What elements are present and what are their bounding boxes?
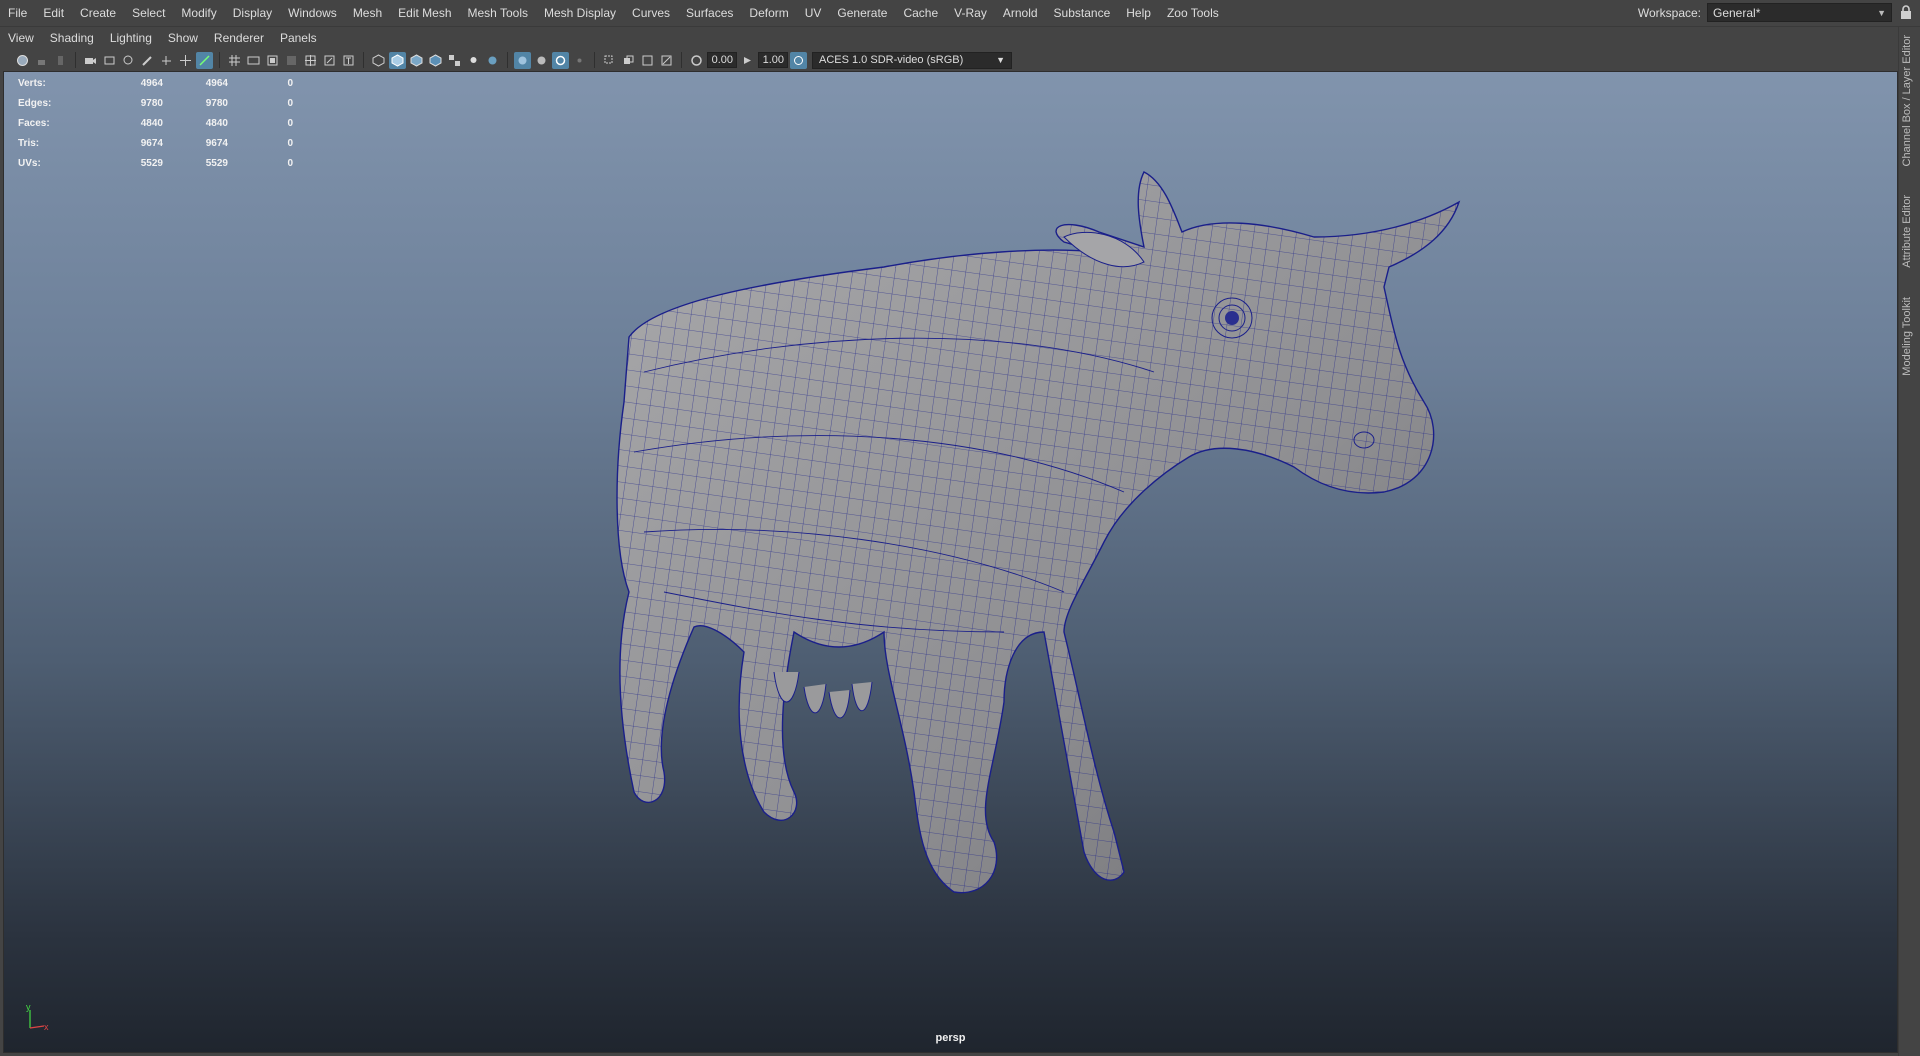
- gamma-field[interactable]: 1.00: [758, 52, 788, 68]
- lock-icon[interactable]: [1900, 5, 1912, 20]
- menu-vray[interactable]: V-Ray: [946, 0, 995, 27]
- grease-pencil-icon[interactable]: [139, 52, 156, 69]
- bookmark-icon[interactable]: [52, 52, 69, 69]
- wireframe-shading-icon[interactable]: [370, 52, 387, 69]
- tab-modeling-toolkit[interactable]: Modeling Toolkit: [1901, 297, 1913, 376]
- resolution-gate-icon[interactable]: [264, 52, 281, 69]
- depth-of-field-icon[interactable]: [571, 52, 588, 69]
- menu-select[interactable]: Select: [124, 0, 173, 27]
- panel-menu-renderer[interactable]: Renderer: [206, 27, 272, 49]
- toolbar-divider: [594, 52, 595, 68]
- chevron-down-icon: ▼: [1877, 7, 1886, 18]
- menu-edit-mesh[interactable]: Edit Mesh: [390, 0, 459, 27]
- menu-generate[interactable]: Generate: [829, 0, 895, 27]
- color-space-value: ACES 1.0 SDR-video (sRGB): [819, 54, 964, 66]
- menu-mesh-tools[interactable]: Mesh Tools: [460, 0, 536, 27]
- anti-aliasing-icon[interactable]: [552, 51, 569, 69]
- menu-display[interactable]: Display: [225, 0, 280, 27]
- panel-menu-shading[interactable]: Shading: [42, 27, 102, 49]
- shadows-icon[interactable]: [484, 52, 501, 69]
- side-tab-strip: Channel Box / Layer Editor Attribute Edi…: [1898, 27, 1920, 1056]
- chevron-down-icon: ▼: [996, 55, 1005, 65]
- menu-create[interactable]: Create: [72, 0, 124, 27]
- film-gate-icon[interactable]: [245, 52, 262, 69]
- tab-attribute-editor[interactable]: Attribute Editor: [1901, 195, 1913, 268]
- wireframe-edit-icon[interactable]: [196, 51, 213, 69]
- image-plane-icon[interactable]: [101, 52, 118, 69]
- two-d-pan-zoom-icon[interactable]: [120, 52, 137, 69]
- axis-x-label: x: [44, 1022, 49, 1032]
- cow-mesh[interactable]: [4, 72, 1898, 1053]
- select-camera-icon[interactable]: [14, 52, 31, 69]
- panel-menu-lighting[interactable]: Lighting: [102, 27, 160, 49]
- menu-modify[interactable]: Modify: [173, 0, 224, 27]
- viewport-panel: View Shading Lighting Show Renderer Pane…: [0, 27, 1898, 1056]
- menu-file[interactable]: File: [0, 0, 35, 27]
- panel-toolbar: 0.00 1.00 ACES 1.0 SDR-video (sRGB) ▼: [0, 49, 1898, 71]
- exposure-field[interactable]: 0.00: [707, 52, 737, 68]
- menu-curves[interactable]: Curves: [624, 0, 678, 27]
- field-chart-icon[interactable]: [302, 52, 319, 69]
- menu-mesh[interactable]: Mesh: [345, 0, 390, 27]
- screen-space-ao-icon[interactable]: [514, 51, 531, 69]
- textured-icon[interactable]: [427, 52, 444, 69]
- color-space-dropdown[interactable]: ACES 1.0 SDR-video (sRGB) ▼: [812, 51, 1012, 69]
- main-menubar: File Edit Create Select Modify Display W…: [0, 0, 1920, 27]
- perspective-viewport[interactable]: Verts: 4964 4964 0 Edges: 9780 9780 0 Fa…: [3, 71, 1898, 1053]
- tab-channel-box[interactable]: Channel Box / Layer Editor: [1901, 35, 1913, 166]
- motion-blur-icon[interactable]: [533, 52, 550, 69]
- panel-menubar: View Shading Lighting Show Renderer Pane…: [0, 27, 1898, 49]
- menu-arnold[interactable]: Arnold: [995, 0, 1046, 27]
- gamma-icon[interactable]: [739, 52, 756, 69]
- camera-attributes-icon[interactable]: [82, 52, 99, 69]
- menu-windows[interactable]: Windows: [280, 0, 345, 27]
- workspace-selector: Workspace: General* ▼: [1638, 3, 1892, 22]
- cow-udder: [773, 671, 873, 719]
- menu-surfaces[interactable]: Surfaces: [678, 0, 741, 27]
- panel-menu-show[interactable]: Show: [160, 27, 206, 49]
- smooth-shade-icon[interactable]: [389, 51, 406, 69]
- toolbar-divider: [507, 52, 508, 68]
- menu-uv[interactable]: UV: [797, 0, 830, 27]
- toolbar-divider: [681, 52, 682, 68]
- wireframe-on-shaded-icon[interactable]: [408, 52, 425, 69]
- menu-mesh-display[interactable]: Mesh Display: [536, 0, 624, 27]
- menu-substance[interactable]: Substance: [1046, 0, 1119, 27]
- xray-joints-icon[interactable]: [639, 52, 656, 69]
- view-axis-icon: y x: [26, 1002, 49, 1032]
- axis-y-label: y: [26, 1002, 31, 1012]
- isolate-select-icon[interactable]: [601, 52, 618, 69]
- menu-cache[interactable]: Cache: [895, 0, 946, 27]
- panel-menu-view[interactable]: View: [0, 27, 42, 49]
- menu-help[interactable]: Help: [1118, 0, 1159, 27]
- workspace-label: Workspace:: [1637, 5, 1701, 20]
- menu-zoo-tools[interactable]: Zoo Tools: [1159, 0, 1227, 27]
- menu-deform[interactable]: Deform: [741, 0, 796, 27]
- menu-edit[interactable]: Edit: [35, 0, 72, 27]
- backface-icon[interactable]: [658, 52, 675, 69]
- xray-icon[interactable]: [620, 52, 637, 69]
- grid-icon[interactable]: [226, 52, 243, 69]
- workspace-value: General*: [1713, 5, 1761, 20]
- move-camera-icon[interactable]: [177, 52, 194, 69]
- checker-icon[interactable]: [446, 52, 463, 69]
- panel-menu-panels[interactable]: Panels: [272, 27, 325, 49]
- lights-icon[interactable]: [465, 52, 482, 69]
- camera-name-label: persp: [935, 1032, 966, 1044]
- safe-action-icon[interactable]: [321, 52, 338, 69]
- color-management-icon[interactable]: [790, 51, 807, 69]
- safe-title-icon[interactable]: [340, 52, 357, 69]
- snap-camera-icon[interactable]: [158, 52, 175, 69]
- toolbar-divider: [75, 52, 76, 68]
- exposure-icon[interactable]: [688, 52, 705, 69]
- toolbar-divider: [219, 52, 220, 68]
- lock-camera-icon[interactable]: [33, 52, 50, 69]
- workspace-dropdown[interactable]: General* ▼: [1707, 3, 1892, 22]
- toolbar-divider: [363, 52, 364, 68]
- gate-mask-icon[interactable]: [283, 52, 300, 69]
